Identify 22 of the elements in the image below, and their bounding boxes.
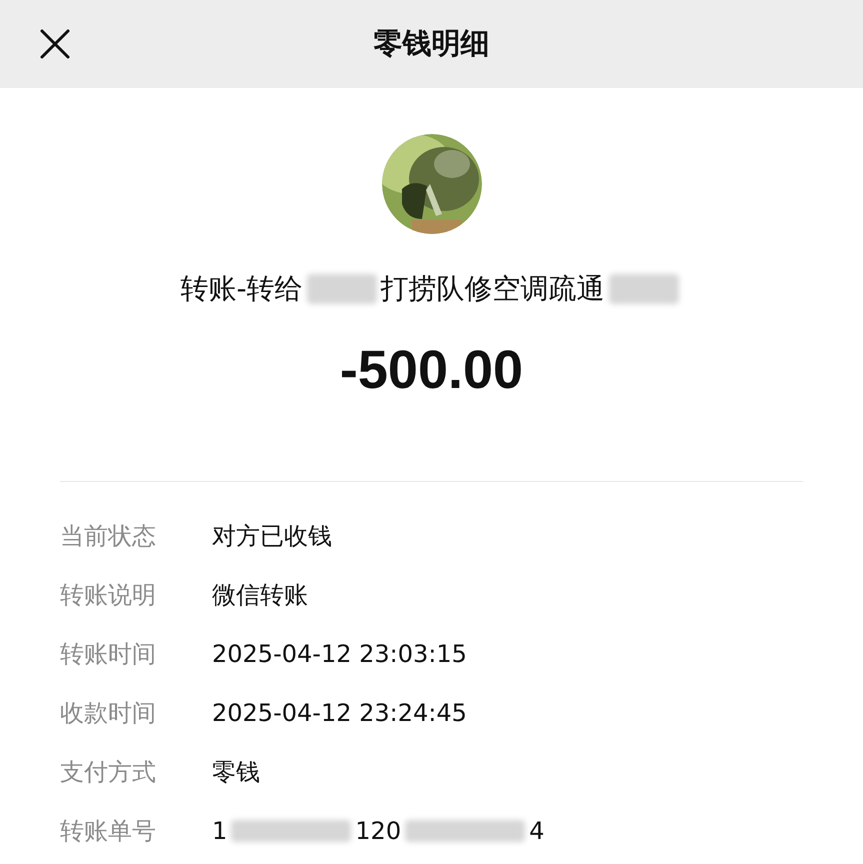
detail-label: 转账时间	[60, 638, 157, 670]
detail-label: 支付方式	[60, 756, 157, 788]
page-title: 零钱明细	[374, 25, 490, 62]
detail-value: 零钱	[212, 756, 260, 788]
detail-value: 微信转账	[212, 580, 308, 610]
detail-label: 转账说明	[60, 580, 157, 610]
redaction-blur	[306, 274, 377, 304]
close-button[interactable]	[38, 27, 72, 61]
detail-value: 2025-04-12 23:24:45	[212, 698, 467, 728]
amount: -500.00	[340, 339, 524, 402]
detail-value: 4	[529, 816, 544, 846]
detail-value: 1	[212, 816, 228, 846]
detail-label: 转账单号	[60, 816, 157, 846]
transfer-title: 打捞队修空调疏通	[380, 271, 605, 307]
detail-label: 收款时间	[60, 698, 157, 728]
close-icon	[39, 28, 71, 60]
detail-value: 2025-04-12 23:03:15	[212, 638, 467, 670]
detail-value: 对方已收钱	[212, 520, 332, 552]
detail-value: 120	[355, 816, 402, 846]
transfer-title: 转账-转给	[180, 271, 303, 307]
redaction-blur	[608, 274, 679, 304]
detail-label: 当前状态	[60, 520, 157, 552]
